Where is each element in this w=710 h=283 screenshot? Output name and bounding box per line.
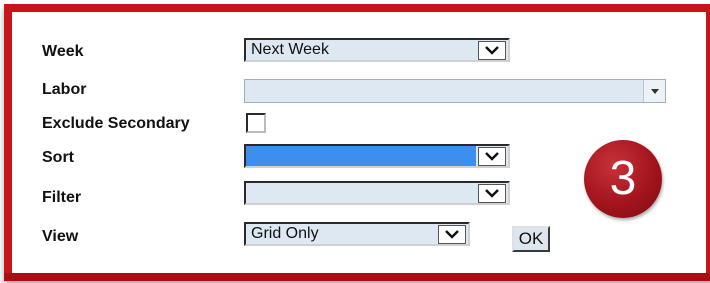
labor-dropdown-button[interactable] [643, 80, 665, 102]
chevron-down-icon [485, 189, 499, 198]
week-select-value: Next Week [251, 41, 329, 58]
chevron-down-icon [485, 152, 499, 161]
week-select[interactable]: Next Week [244, 38, 510, 62]
labor-label: Labor [42, 81, 87, 98]
sort-selection-highlight [246, 146, 476, 166]
sort-label: Sort [42, 149, 74, 166]
sort-select[interactable] [244, 144, 510, 168]
view-select[interactable]: Grid Only [244, 222, 470, 246]
view-dropdown-button[interactable] [438, 225, 466, 244]
step-number-badge: 3 [584, 140, 662, 218]
exclude-secondary-label: Exclude Secondary [42, 115, 190, 132]
view-select-value: Grid Only [251, 225, 319, 242]
filter-label: Filter [42, 189, 82, 206]
labor-select[interactable] [244, 79, 666, 103]
caret-down-icon [650, 88, 659, 94]
week-dropdown-button[interactable] [478, 41, 506, 60]
chevron-down-icon [445, 230, 459, 239]
sort-dropdown-button[interactable] [478, 147, 506, 166]
filter-select[interactable] [244, 181, 510, 205]
ok-button[interactable]: OK [512, 226, 550, 252]
exclude-secondary-checkbox[interactable] [246, 113, 266, 133]
chevron-down-icon [485, 46, 499, 55]
week-label: Week [42, 43, 84, 60]
view-label: View [42, 228, 79, 245]
filter-dropdown-button[interactable] [478, 184, 506, 203]
